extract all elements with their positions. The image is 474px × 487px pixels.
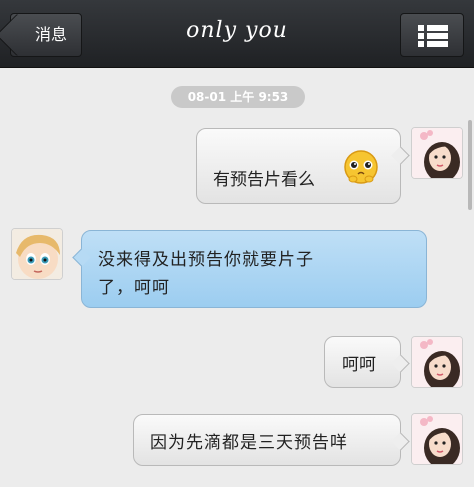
girl-avatar-icon bbox=[412, 337, 462, 387]
message-bubble-incoming[interactable]: 没来得及出预告你就要片子 了，呵呵 bbox=[72, 230, 427, 308]
message-text-line-2: 了，呵呵 bbox=[98, 278, 170, 298]
girl-avatar-icon bbox=[412, 128, 462, 178]
message-text-line-1: 没来得及出预告你就要片子 bbox=[98, 250, 314, 270]
message-bubble-outgoing[interactable]: 有预告片看么 bbox=[196, 128, 410, 204]
scrollbar[interactable] bbox=[468, 120, 472, 210]
timestamp-pill: 08-01 上午 9:53 bbox=[171, 86, 305, 108]
menu-button[interactable] bbox=[400, 13, 464, 57]
my-avatar[interactable] bbox=[411, 127, 463, 179]
chat-title: only you bbox=[186, 18, 288, 43]
friend-avatar[interactable] bbox=[11, 228, 63, 280]
cartoon-avatar-icon bbox=[12, 229, 62, 279]
message-text: 呵呵 bbox=[342, 355, 376, 375]
back-button-label: 消息 bbox=[34, 25, 67, 44]
message-text: 因为先滴都是三天预告咩 bbox=[150, 433, 348, 453]
message-bubble-outgoing[interactable]: 因为先滴都是三天预告咩 bbox=[133, 414, 410, 466]
my-avatar[interactable] bbox=[411, 413, 463, 465]
back-button[interactable]: 消息 bbox=[10, 13, 82, 57]
nav-bar: 消息 only you bbox=[0, 0, 474, 68]
my-avatar[interactable] bbox=[411, 336, 463, 388]
message-text: 有预告片看么 bbox=[213, 170, 315, 190]
list-menu-icon bbox=[418, 25, 448, 47]
cute-face-emoji bbox=[344, 150, 378, 184]
girl-avatar-icon bbox=[412, 414, 462, 464]
message-bubble-outgoing[interactable]: 呵呵 bbox=[324, 336, 410, 388]
